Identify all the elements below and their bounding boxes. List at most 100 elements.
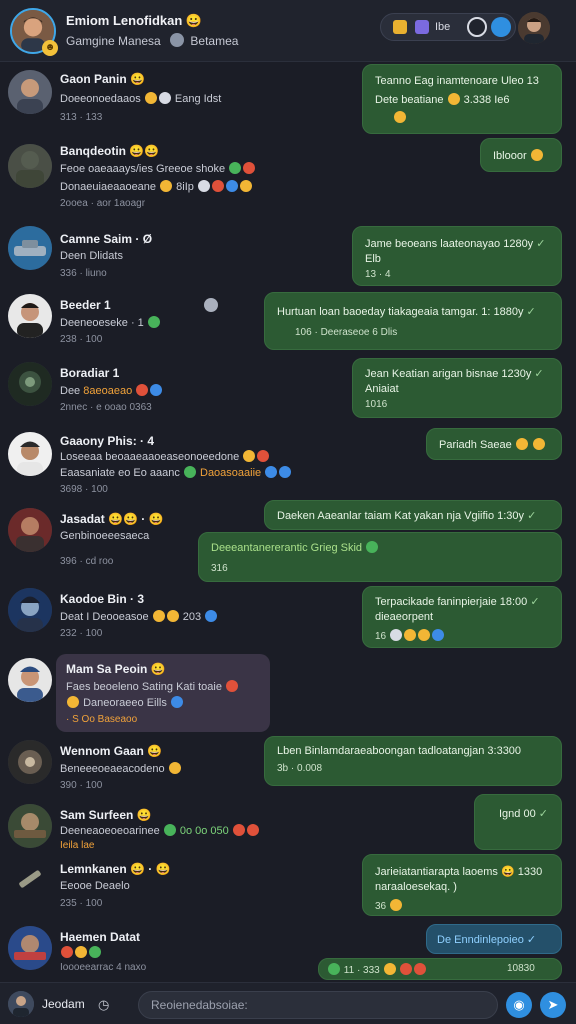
sender-avatar[interactable] [8, 432, 52, 476]
toolbar-label: Ibe [435, 21, 451, 33]
outgoing-bubble[interactable]: Jarieiatantiarapta laoems 😀 1330 naraalo… [362, 854, 562, 916]
user-name: Jeodam [42, 997, 85, 1011]
outgoing-meta: 16 [375, 629, 445, 642]
camera-icon[interactable]: ◉ [506, 992, 532, 1018]
sender-avatar[interactable] [8, 362, 52, 406]
message-text: Eeooe Deaelo [60, 880, 130, 892]
gallery-icon[interactable] [415, 20, 429, 34]
sender-name: Jasadat 😀😀 · 😀 [60, 512, 164, 526]
outgoing-text: Ignd 00 ✓ [499, 808, 548, 820]
user-avatar[interactable] [8, 991, 34, 1017]
send-button[interactable]: ➤ [540, 992, 566, 1018]
incoming-bubble-highlighted[interactable]: Mam Sa Peoin 😀 Faes beoeleno Sating Kati… [56, 654, 270, 732]
sender-name: Camne Saim · Ø [60, 232, 153, 246]
sender-name: Boradiar 1 [60, 366, 120, 380]
sender-name: Gaaony Phis: · 4 [60, 434, 155, 448]
message-text: Genbinoeeesaeca [60, 530, 150, 542]
member-avatar-icon [170, 33, 185, 47]
outgoing-bubble[interactable]: Jean Keatian arigan bisnae 1230y ✓ Aniai… [352, 358, 562, 418]
outgoing-meta-2: 10830 [507, 963, 535, 974]
sender-avatar[interactable] [8, 294, 52, 338]
message-input[interactable] [138, 991, 498, 1019]
outgoing-text-2: naraaloesekaq. ) [375, 881, 457, 893]
outgoing-meta: 1016 [365, 399, 388, 410]
sender-avatar[interactable] [8, 926, 52, 970]
subtitle-left: Gamgine Manesa [66, 34, 161, 48]
message-text: Loseeaa beoaaeaaoeaseonoeedone [60, 450, 270, 463]
message-text: Eaasaniate eo Eo aaanc Daoasoaaiie [60, 466, 292, 479]
message-meta: 3698 · 100 [60, 484, 108, 495]
outgoing-bubble[interactable]: Hurtuan loan baoeday tiakageaia tamgar. … [264, 292, 562, 350]
outgoing-text-2: dieaeorpent [375, 611, 434, 623]
profile-avatar[interactable] [518, 12, 550, 44]
wrench-icon [204, 298, 218, 312]
sender-name: Gaon Panin 😀 [60, 72, 145, 86]
sender-avatar[interactable] [8, 658, 52, 702]
compose-icon[interactable] [491, 17, 511, 37]
composer-bar: Jeodam ◷ ◉ ➤ [0, 982, 576, 1024]
outgoing-text-2: Elb [365, 253, 381, 265]
sender-name: Beeder 1 [60, 298, 111, 312]
sender-name: Lemnkanen 😀 · 😀 [60, 862, 171, 876]
message-meta: 336 · liuno [60, 268, 107, 279]
sender-avatar[interactable] [8, 740, 52, 784]
message-meta: 2ooea · aor 1aoagr [60, 198, 146, 209]
message-text [60, 946, 102, 959]
sender-avatar[interactable] [8, 144, 52, 188]
message-row: Kaodoe Bin · 3 Deat I Deooeasoe 203 232 … [0, 584, 576, 654]
outgoing-text: Lben Binlamdaraeaboongan tadloatangjan 3… [277, 745, 522, 757]
outgoing-text-2: Dete beatiane 3.338 Ie6 [375, 93, 510, 106]
message-row: Haemen Datat Ioooeearrac 4 naxo De Enndi… [0, 922, 576, 982]
message-row: Mam Sa Peoin 😀 Faes beoeleno Sating Kati… [0, 654, 576, 734]
sender-avatar[interactable] [8, 226, 52, 270]
clock-icon[interactable]: ◷ [98, 997, 109, 1013]
outgoing-bubble[interactable]: Pariadh Saeae [426, 428, 562, 460]
folder-icon[interactable] [393, 20, 407, 34]
message-row: Wennom Gaan 😀 Beneeeoeaeacodeno 390 · 10… [0, 734, 576, 798]
message-text: Feoe oaeaaays/ies Greeoe shoke [60, 162, 256, 175]
message-meta: 390 · 100 [60, 780, 103, 791]
sender-name: Kaodoe Bin · 3 [60, 592, 145, 606]
outgoing-text: Terpacikade faninpierjaie 18:00 ✓ [375, 596, 540, 608]
sender-avatar[interactable] [8, 70, 52, 114]
outgoing-text-2: Deeeantanererantic Grieg Skid [211, 541, 379, 554]
message-row: Boradiar 1 Dee 8aeoaeao 2nnec · e ooao 0… [0, 358, 576, 424]
outgoing-text-2: Aniaiat [365, 383, 399, 395]
outgoing-bubble[interactable]: Lben Binlamdaraeaboongan tadloatangjan 3… [264, 736, 562, 786]
message-list[interactable]: Gaon Panin 😀 Doeeonoedaaos Eang Idst 313… [0, 62, 576, 982]
outgoing-bubble[interactable]: Deeeantanererantic Grieg Skid 316 [198, 532, 562, 582]
outgoing-meta: 3b · 0.008 [277, 763, 323, 774]
message-meta: Ioooeearrac 4 naxo [60, 962, 147, 973]
sender-avatar[interactable] [8, 804, 52, 848]
outgoing-bubble[interactable]: Daeken Aaeanlar taiam Kat yakan nja Vgii… [264, 500, 562, 530]
sender-avatar[interactable] [8, 588, 52, 632]
outgoing-text: Pariadh Saeae [439, 438, 546, 451]
subtitle-right: Betamea [190, 34, 239, 48]
outgoing-bubble[interactable]: Teanno Eag inamtenoare Uleo 13 Dete beat… [362, 64, 562, 134]
outgoing-bubble[interactable]: Terpacikade faninpierjaie 18:00 ✓ dieaeo… [362, 586, 562, 648]
sender-name: Haemen Datat [60, 930, 141, 944]
message-row: Gaon Panin 😀 Doeeonoedaaos Eang Idst 313… [0, 64, 576, 136]
message-text: Deat I Deooeasoe 203 [60, 610, 218, 623]
sender-name: Wennom Gaan 😀 [60, 744, 163, 758]
sender-avatar[interactable] [8, 508, 52, 552]
message-meta: 238 · 100 [60, 334, 103, 345]
outgoing-bubble[interactable]: 11 · 333 10830 [318, 958, 562, 980]
message-meta: 313 · 133 [60, 112, 103, 123]
outgoing-meta: 316 [211, 563, 228, 574]
message-text: Dee 8aeoaeao [60, 384, 163, 397]
message-text: Deen Dlidats [60, 250, 123, 262]
outgoing-bubble[interactable]: Ignd 00 ✓ [474, 794, 562, 850]
refresh-icon[interactable] [467, 17, 487, 37]
sender-name: Sam Surfeen 😀 [60, 808, 152, 822]
outgoing-text: Iblooor [493, 149, 544, 162]
sender-avatar[interactable] [8, 858, 52, 902]
chat-subtitle: Gamgine Manesa Betamea [66, 33, 238, 48]
message-meta: · S Oo Baseaoo [66, 714, 138, 725]
outgoing-bubble[interactable]: Iblooor [480, 138, 562, 172]
message-text: Faes beoeleno Sating Kati toaie [66, 680, 239, 693]
outgoing-bubble[interactable]: Jame beoeans laateonayao 1280y ✓ Elb 13 … [352, 226, 562, 286]
message-row: Sam Surfeen 😀 Deeneaoeoeoarinee 0o 0o 05… [0, 794, 576, 854]
outgoing-meta: 106 · Deeraseoe 6 Dlis [295, 327, 398, 338]
outgoing-bubble[interactable]: De Enndinlepoieo ✓ [426, 924, 562, 954]
